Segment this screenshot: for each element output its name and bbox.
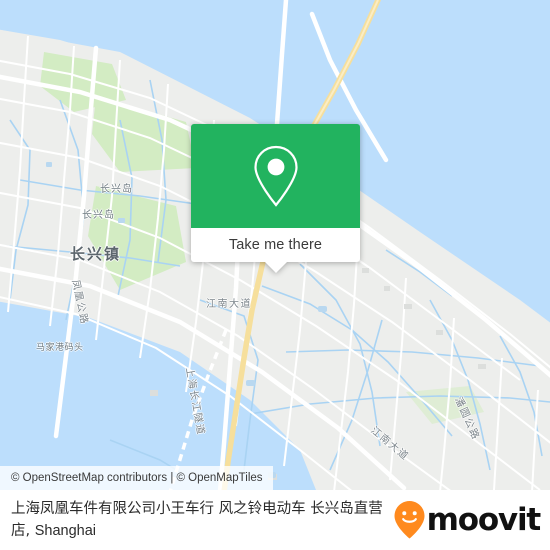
take-me-there-callout[interactable]: Take me there [191, 124, 360, 273]
place-title: 上海凤凰车件有限公司小王车行 风之铃电动车 长兴岛直营店, Shanghai [0, 498, 393, 542]
take-me-there-label: Take me there [228, 237, 323, 253]
place-separator: , [25, 523, 35, 539]
map-screenshot: 长兴岛 长兴岛 长兴镇 凤凰公路 马家港码头 江南大道 上海长江隧道 江南大道 … [0, 0, 550, 550]
moovit-brand[interactable]: moovit [393, 500, 550, 540]
map-pin-icon [253, 145, 298, 207]
map-canvas[interactable]: 长兴岛 长兴岛 长兴镇 凤凰公路 马家港码头 江南大道 上海长江隧道 江南大道 … [0, 0, 550, 490]
map-attribution-bar: © OpenStreetMap contributors | © OpenMap… [0, 466, 273, 490]
callout-tail [264, 262, 287, 273]
moovit-wordmark: moovit [426, 501, 542, 538]
place-city: Shanghai [34, 523, 96, 539]
callout-footer[interactable]: Take me there [191, 228, 360, 262]
bottom-info-bar: 上海凤凰车件有限公司小王车行 风之铃电动车 长兴岛直营店, Shanghai m… [0, 490, 550, 550]
moovit-smiley-pin-icon [394, 501, 425, 539]
callout-header [191, 124, 360, 228]
attribution-text[interactable]: © OpenStreetMap contributors | © OpenMap… [11, 472, 263, 484]
